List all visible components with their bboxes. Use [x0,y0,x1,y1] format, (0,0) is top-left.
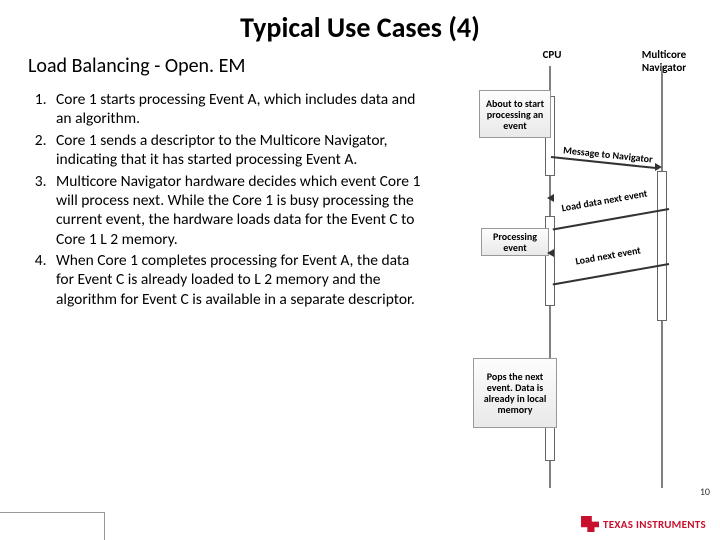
slide: Typical Use Cases (4) Load Balancing - O… [0,0,720,540]
slide-subtitle: Load Balancing - Open. EM [28,54,245,78]
message-label: Load data next event [561,187,649,215]
arrow-head-icon [547,249,554,257]
sequence-diagram: CPU Multicore Navigator About to start p… [455,48,700,488]
lifeline-navigator [661,66,663,488]
message-arrow [553,263,670,285]
content-list: Core 1 starts processing Event A, which … [28,90,428,311]
list-item: Core 1 starts processing Event A, which … [50,90,428,129]
ti-mark-icon [581,516,599,532]
bottom-bar [0,512,105,540]
message-label: Load next event [574,243,641,267]
arrow-head-icon [547,194,554,202]
list-item: Multicore Navigator hardware decides whi… [50,172,428,250]
page-number: 10 [700,485,710,498]
state-box-processing: Processing event [481,228,549,256]
activation-bar [657,171,667,321]
ti-logo: TEXAS INSTRUMENTS [581,516,706,532]
lifeline-header-cpu: CPU [527,48,577,61]
arrow-head-icon [655,163,662,171]
state-box-start: About to start processing an event [479,90,551,138]
list-item: Core 1 sends a descriptor to the Multico… [50,131,428,170]
lifeline-header-navigator: Multicore Navigator [633,48,695,74]
ti-logo-text: TEXAS INSTRUMENTS [603,518,706,531]
slide-title: Typical Use Cases (4) [0,0,720,45]
list-item: When Core 1 completes processing for Eve… [50,251,428,309]
state-box-pop: Pops the next event. Data is already in … [473,358,557,428]
